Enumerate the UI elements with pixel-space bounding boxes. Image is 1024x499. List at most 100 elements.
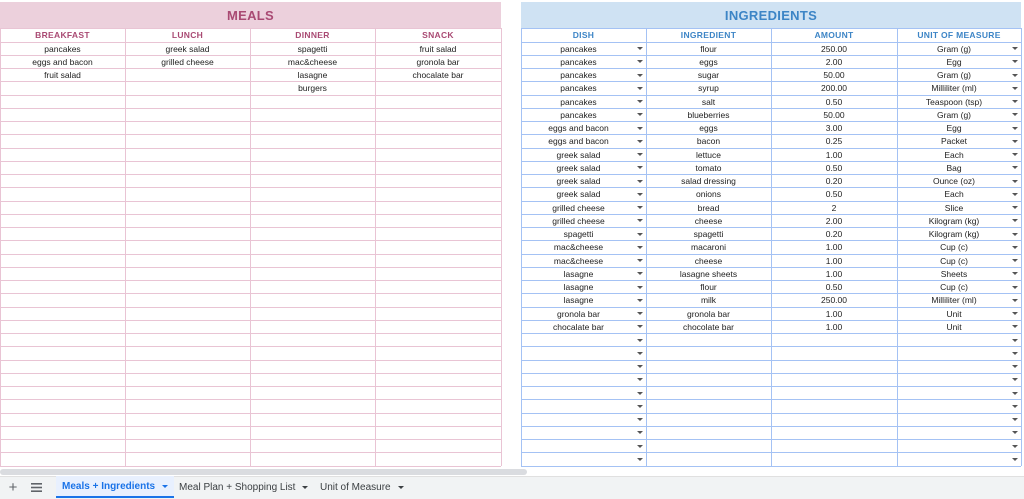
ingredients-column-header[interactable]: INGREDIENT: [646, 28, 771, 41]
ingredient-cell[interactable]: sugar: [646, 69, 771, 82]
chevron-down-icon[interactable]: [1012, 272, 1018, 276]
chevron-down-icon[interactable]: [1012, 365, 1018, 368]
chevron-down-icon[interactable]: [1012, 113, 1018, 117]
unit-select[interactable]: Teaspoon (tsp): [897, 95, 1011, 108]
chevron-down-icon[interactable]: [1012, 444, 1018, 448]
ingredient-cell[interactable]: eggs: [646, 55, 771, 68]
chevron-down-icon[interactable]: [637, 126, 643, 130]
chevron-down-icon[interactable]: [1012, 73, 1018, 77]
chevron-down-icon[interactable]: [1012, 325, 1018, 329]
ingredient-cell[interactable]: milk: [646, 294, 771, 307]
chevron-down-icon[interactable]: [1012, 232, 1018, 236]
unit-select[interactable]: Egg: [897, 55, 1011, 68]
ingredient-cell[interactable]: bread: [646, 201, 771, 214]
meal-cell[interactable]: greek salad: [125, 42, 250, 55]
chevron-down-icon[interactable]: [1012, 431, 1018, 435]
tab-meal-plan-shopping-list[interactable]: Meal Plan + Shopping List: [173, 476, 314, 498]
meal-cell[interactable]: lasagne: [250, 69, 375, 82]
dish-select[interactable]: greek salad: [521, 161, 636, 174]
ingredient-cell[interactable]: 1.00: [771, 241, 897, 254]
chevron-down-icon[interactable]: [1012, 259, 1018, 262]
chevron-down-icon[interactable]: [1012, 153, 1018, 156]
ingredients-column-header[interactable]: DISH: [521, 28, 646, 41]
chevron-down-icon[interactable]: [637, 139, 643, 143]
ingredient-cell[interactable]: 0.50: [771, 281, 897, 294]
chevron-down-icon[interactable]: [637, 391, 643, 395]
chevron-down-icon[interactable]: [637, 418, 643, 421]
dish-select[interactable]: eggs and bacon: [521, 135, 636, 148]
ingredient-cell[interactable]: flour: [646, 42, 771, 55]
ingredient-cell[interactable]: 0.50: [771, 161, 897, 174]
chevron-down-icon[interactable]: [637, 365, 643, 368]
dish-select[interactable]: greek salad: [521, 188, 636, 201]
chevron-down-icon[interactable]: [1012, 298, 1018, 302]
chevron-down-icon[interactable]: [1012, 351, 1018, 355]
meals-column-header[interactable]: LUNCH: [125, 28, 250, 41]
chevron-down-icon[interactable]: [1012, 179, 1018, 183]
ingredient-cell[interactable]: 0.20: [771, 228, 897, 241]
ingredient-cell[interactable]: 0.25: [771, 135, 897, 148]
dish-select[interactable]: gronola bar: [521, 307, 636, 320]
dish-select[interactable]: greek salad: [521, 175, 636, 188]
chevron-down-icon[interactable]: [637, 206, 643, 209]
chevron-down-icon[interactable]: [1012, 139, 1018, 143]
chevron-down-icon[interactable]: [637, 86, 643, 90]
dish-select[interactable]: chocalate bar: [521, 320, 636, 333]
ingredient-cell[interactable]: 250.00: [771, 42, 897, 55]
unit-select[interactable]: Unit: [897, 320, 1011, 333]
chevron-down-icon[interactable]: [1012, 285, 1018, 289]
unit-select[interactable]: Kilogram (kg): [897, 214, 1011, 227]
chevron-down-icon[interactable]: [1012, 166, 1018, 170]
dish-select[interactable]: grilled cheese: [521, 214, 636, 227]
ingredients-column-header[interactable]: AMOUNT: [771, 28, 897, 41]
ingredient-cell[interactable]: 1.00: [771, 148, 897, 161]
dish-select[interactable]: mac&cheese: [521, 241, 636, 254]
unit-select[interactable]: Sheets: [897, 267, 1011, 280]
ingredient-cell[interactable]: 3.00: [771, 122, 897, 135]
chevron-down-icon[interactable]: [637, 285, 643, 289]
chevron-down-icon[interactable]: [1012, 86, 1018, 90]
ingredient-cell[interactable]: lettuce: [646, 148, 771, 161]
unit-select[interactable]: Each: [897, 188, 1011, 201]
chevron-down-icon[interactable]: [1012, 378, 1018, 382]
ingredient-cell[interactable]: salad dressing: [646, 175, 771, 188]
ingredient-cell[interactable]: 1.00: [771, 267, 897, 280]
chevron-down-icon[interactable]: [637, 60, 643, 64]
chevron-down-icon[interactable]: [637, 298, 643, 302]
ingredient-cell[interactable]: cheese: [646, 254, 771, 267]
ingredient-cell[interactable]: 1.00: [771, 320, 897, 333]
unit-select[interactable]: Unit: [897, 307, 1011, 320]
meal-cell[interactable]: pancakes: [0, 42, 125, 55]
dish-select[interactable]: grilled cheese: [521, 201, 636, 214]
ingredient-cell[interactable]: 50.00: [771, 69, 897, 82]
chevron-down-icon[interactable]: [637, 113, 643, 117]
add-sheet-button[interactable]: +: [2, 476, 24, 498]
unit-select[interactable]: Cup (c): [897, 241, 1011, 254]
ingredient-cell[interactable]: spagetti: [646, 228, 771, 241]
chevron-down-icon[interactable]: [637, 404, 643, 408]
dish-select[interactable]: pancakes: [521, 95, 636, 108]
meal-cell[interactable]: chocalate bar: [375, 69, 501, 82]
ingredient-cell[interactable]: 250.00: [771, 294, 897, 307]
unit-select[interactable]: Gram (g): [897, 108, 1011, 121]
dish-select[interactable]: eggs and bacon: [521, 122, 636, 135]
chevron-down-icon[interactable]: [637, 444, 643, 448]
chevron-down-icon[interactable]: [1012, 47, 1018, 50]
chevron-down-icon[interactable]: [1012, 391, 1018, 395]
dish-select[interactable]: pancakes: [521, 42, 636, 55]
ingredient-cell[interactable]: tomato: [646, 161, 771, 174]
chevron-down-icon[interactable]: [637, 166, 643, 170]
dish-select[interactable]: spagetti: [521, 228, 636, 241]
chevron-down-icon[interactable]: [1012, 338, 1018, 342]
chevron-down-icon[interactable]: [637, 457, 643, 461]
dish-select[interactable]: pancakes: [521, 108, 636, 121]
meal-cell[interactable]: gronola bar: [375, 55, 501, 68]
meals-column-header[interactable]: DINNER: [250, 28, 375, 41]
ingredient-cell[interactable]: 2.00: [771, 214, 897, 227]
chevron-down-icon[interactable]: [637, 219, 643, 223]
chevron-down-icon[interactable]: [637, 259, 643, 262]
all-sheets-button[interactable]: [25, 476, 47, 498]
chevron-down-icon[interactable]: [637, 312, 643, 315]
ingredient-cell[interactable]: syrup: [646, 82, 771, 95]
ingredient-cell[interactable]: salt: [646, 95, 771, 108]
